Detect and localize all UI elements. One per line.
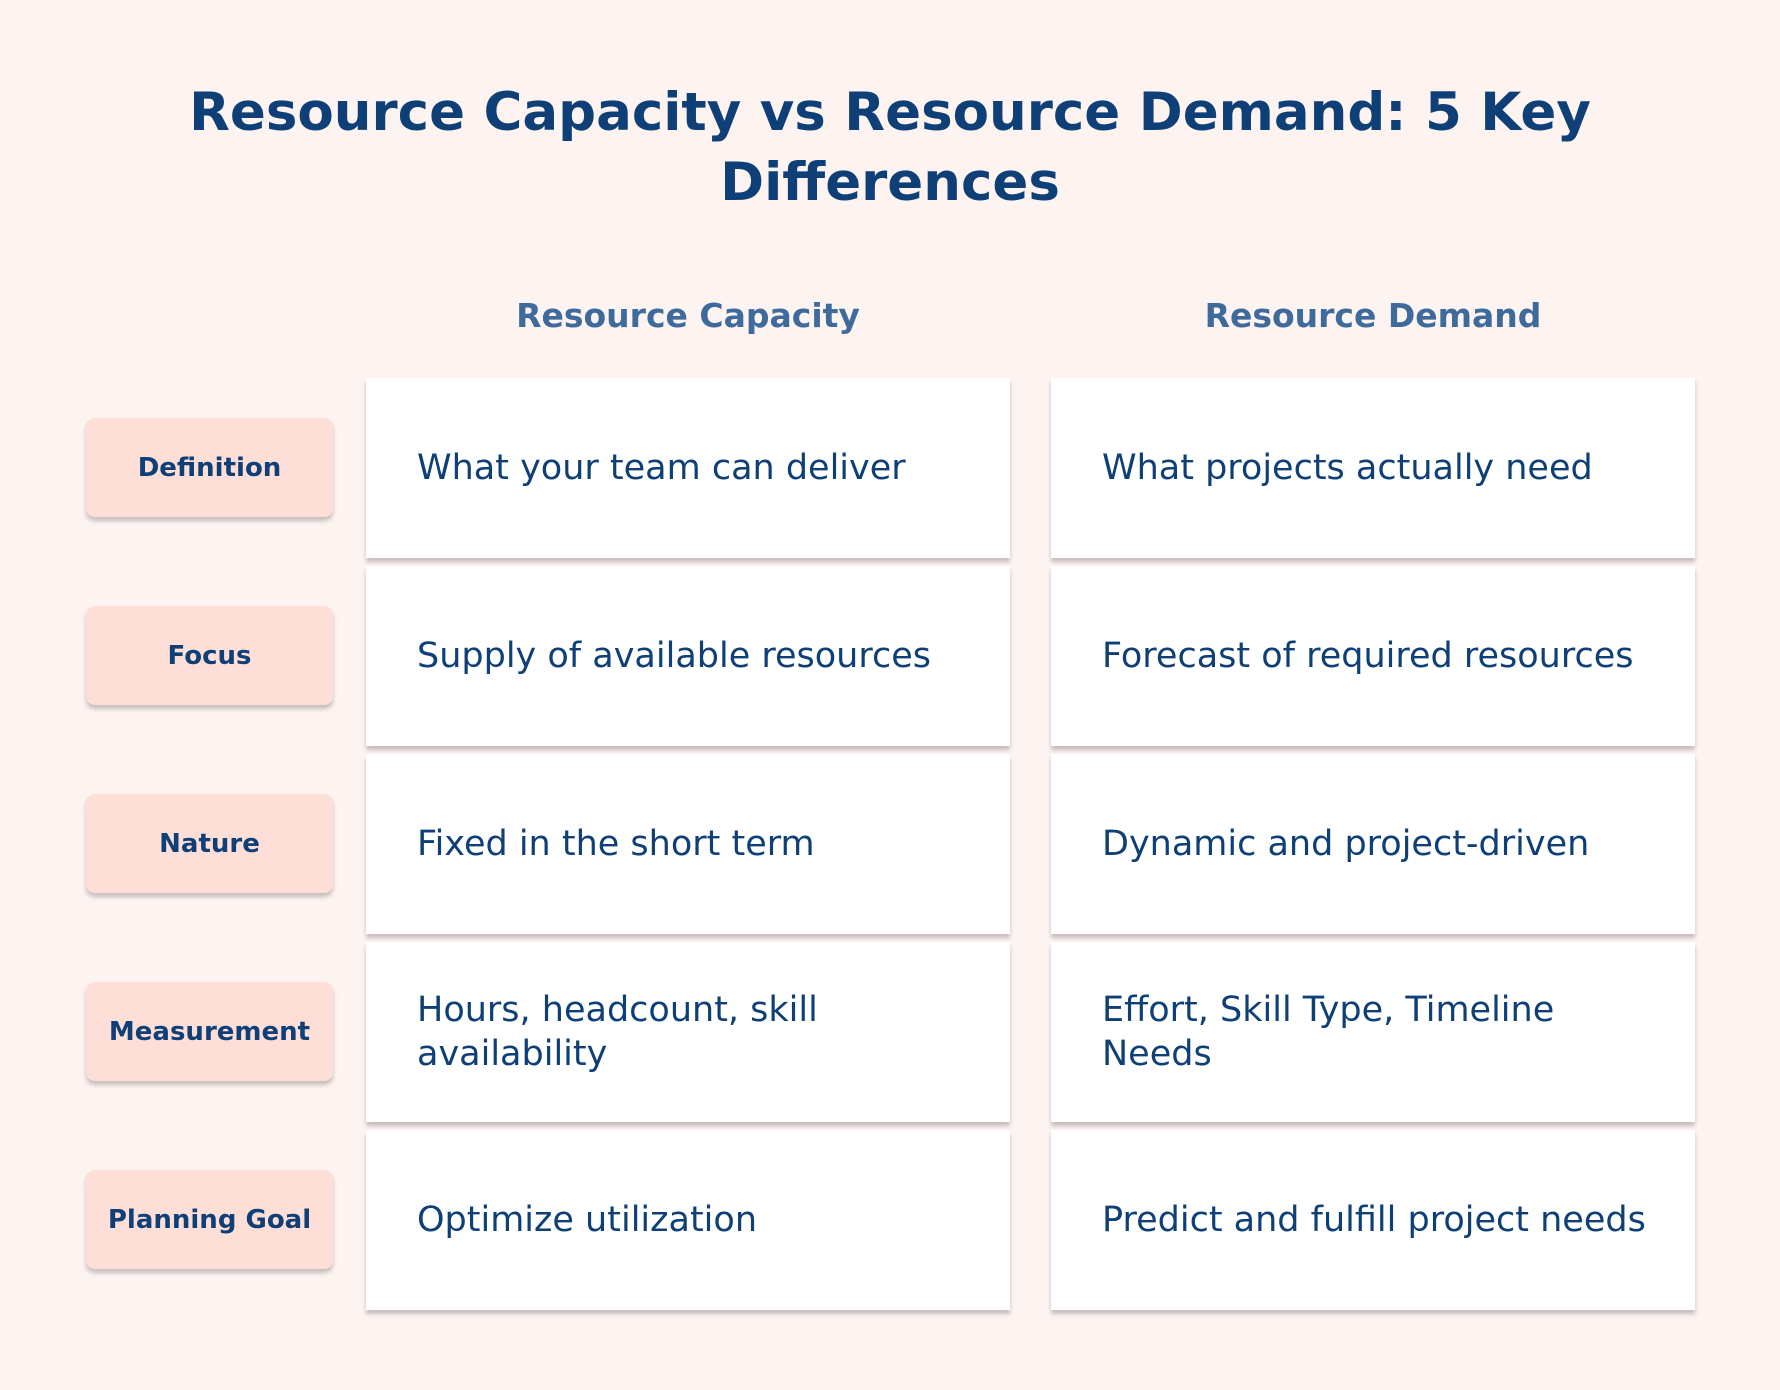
demand-cell-text: Predict and fulfill project needs bbox=[1102, 1200, 1646, 1240]
row-label-measurement: Measurement bbox=[86, 982, 333, 1081]
row-label-nature: Nature bbox=[86, 794, 333, 893]
demand-cell-definition: What projects actually need bbox=[1051, 378, 1695, 558]
demand-cell-planning-goal: Predict and fulfill project needs bbox=[1051, 1130, 1695, 1310]
capacity-cell-planning-goal: Optimize utilization bbox=[366, 1130, 1010, 1310]
capacity-cell-nature: Fixed in the short term bbox=[366, 754, 1010, 934]
capacity-cell-text: Hours, headcount, skill availability bbox=[417, 990, 818, 1074]
capacity-cell-text: Fixed in the short term bbox=[417, 824, 815, 864]
demand-cell-text: Dynamic and project-driven bbox=[1102, 824, 1590, 864]
demand-cell-text: Effort, Skill Type, Timeline Needs bbox=[1102, 990, 1555, 1074]
capacity-cell-definition: What your team can deliver bbox=[366, 378, 1010, 558]
demand-cell-measurement: Effort, Skill Type, Timeline Needs bbox=[1051, 942, 1695, 1122]
column-header-resource-capacity: Resource Capacity bbox=[516, 296, 860, 335]
capacity-cell-focus: Supply of available resources bbox=[366, 566, 1010, 746]
capacity-cell-text: Supply of available resources bbox=[417, 636, 931, 676]
capacity-cell-text: What your team can deliver bbox=[417, 448, 906, 488]
row-label-definition: Definition bbox=[86, 418, 333, 517]
capacity-cell-measurement: Hours, headcount, skill availability bbox=[366, 942, 1010, 1122]
column-header-resource-demand: Resource Demand bbox=[1204, 296, 1542, 335]
demand-cell-focus: Forecast of required resources bbox=[1051, 566, 1695, 746]
demand-cell-text: What projects actually need bbox=[1102, 448, 1593, 488]
row-label-focus: Focus bbox=[86, 606, 333, 705]
demand-cell-text: Forecast of required resources bbox=[1102, 636, 1634, 676]
capacity-cell-text: Optimize utilization bbox=[417, 1200, 758, 1240]
demand-cell-nature: Dynamic and project-driven bbox=[1051, 754, 1695, 934]
row-label-planning-goal: Planning Goal bbox=[86, 1170, 333, 1269]
page-title: Resource Capacity vs Resource Demand: 5 … bbox=[189, 82, 1591, 213]
